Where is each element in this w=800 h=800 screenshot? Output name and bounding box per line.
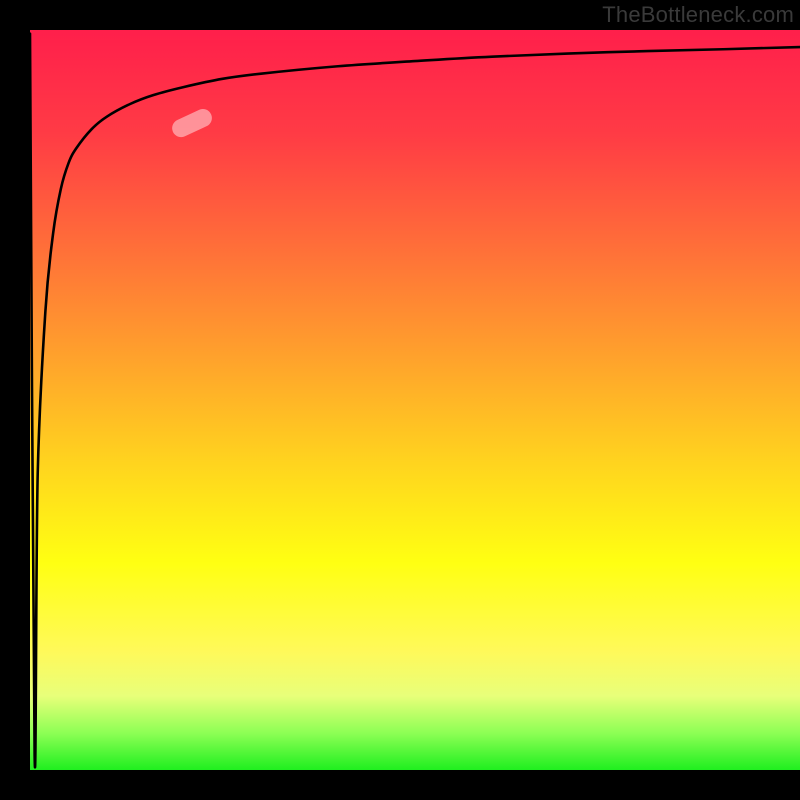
plot-area (30, 30, 800, 770)
chart-stage: TheBottleneck.com (0, 0, 800, 800)
watermark-text: TheBottleneck.com (602, 2, 794, 28)
curve-layer (30, 30, 800, 770)
curve-marker-pill (169, 105, 215, 139)
main-curve (30, 34, 800, 768)
